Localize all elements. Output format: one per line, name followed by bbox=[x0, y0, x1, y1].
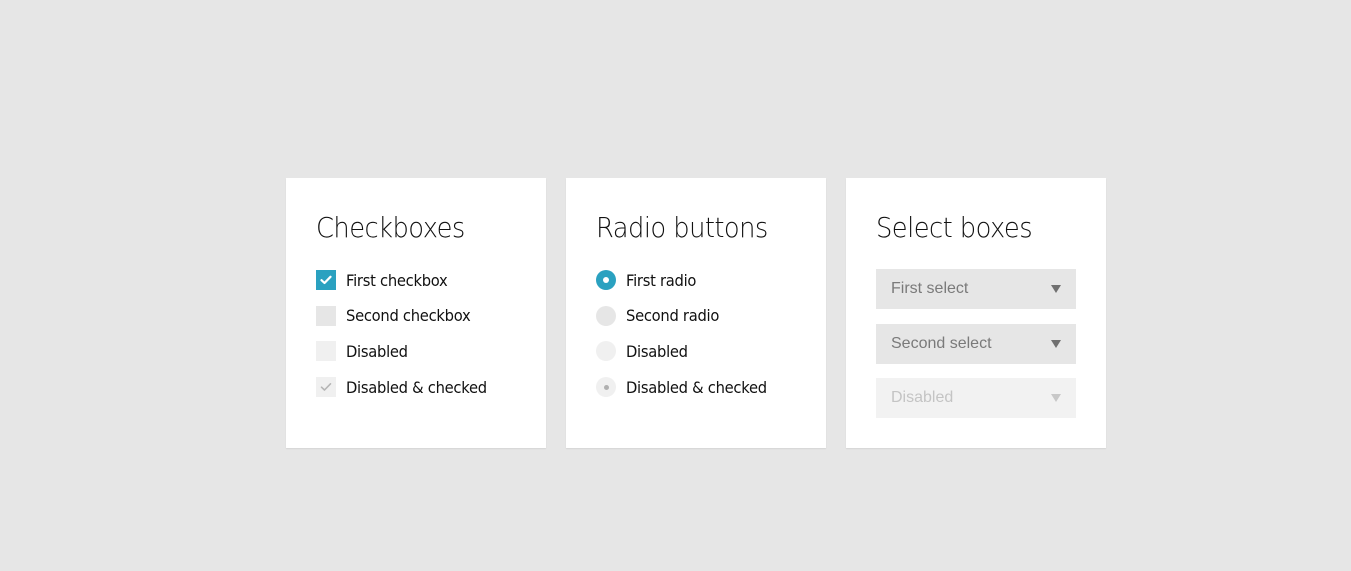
radio-option-disabled: Disabled bbox=[596, 341, 796, 362]
checkbox-checked[interactable] bbox=[316, 270, 336, 290]
radio-dot-icon bbox=[603, 277, 609, 283]
caret-down-icon bbox=[1051, 394, 1061, 402]
radio-checked[interactable] bbox=[596, 270, 616, 290]
checkbox-disabled-checked bbox=[316, 377, 336, 398]
checkbox-option-second[interactable]: Second checkbox bbox=[316, 305, 516, 326]
radio-label: Disabled bbox=[626, 341, 688, 361]
caret-down-icon bbox=[1051, 340, 1061, 348]
checkbox-label: First checkbox bbox=[346, 270, 448, 290]
disabled-select: Disabled bbox=[876, 378, 1076, 418]
first-select[interactable]: First select bbox=[876, 269, 1076, 309]
check-icon bbox=[320, 275, 332, 285]
radio-disabled bbox=[596, 341, 616, 362]
checkboxes-card: Checkboxes First checkbox Second checkbo… bbox=[286, 178, 546, 448]
checkbox-unchecked[interactable] bbox=[316, 305, 336, 326]
checkbox-label: Disabled & checked bbox=[346, 377, 487, 397]
second-select[interactable]: Second select bbox=[876, 324, 1076, 364]
radio-label: First radio bbox=[626, 270, 697, 290]
radio-label: Disabled & checked bbox=[626, 377, 767, 397]
checkbox-disabled bbox=[316, 341, 336, 362]
radio-label: Second radio bbox=[626, 306, 720, 326]
checkbox-label: Disabled bbox=[346, 341, 408, 361]
cards-container: Checkboxes First checkbox Second checkbo… bbox=[286, 178, 1106, 448]
checkboxes-title: Checkboxes bbox=[316, 211, 465, 244]
checkbox-option-disabled: Disabled bbox=[316, 341, 516, 362]
select-boxes-title: Select boxes bbox=[876, 211, 1033, 244]
radio-list: First radio Second radio Disabled Disabl… bbox=[596, 270, 796, 398]
select-value: Disabled bbox=[891, 389, 954, 406]
select-value: Second select bbox=[891, 335, 992, 352]
select-list: First select Second select Disabled bbox=[876, 269, 1076, 418]
radio-disabled-checked bbox=[596, 377, 616, 398]
checkbox-list: First checkbox Second checkbox Disabled … bbox=[316, 270, 516, 398]
radio-buttons-card: Radio buttons First radio Second radio D… bbox=[566, 178, 826, 448]
radio-buttons-title: Radio buttons bbox=[596, 211, 768, 244]
caret-down-icon bbox=[1051, 285, 1061, 293]
radio-option-disabled-checked: Disabled & checked bbox=[596, 377, 796, 398]
check-icon bbox=[320, 383, 332, 391]
checkbox-label: Second checkbox bbox=[346, 306, 471, 326]
checkbox-option-disabled-checked: Disabled & checked bbox=[316, 377, 516, 398]
radio-dot-icon bbox=[603, 384, 609, 390]
select-value: First select bbox=[891, 280, 969, 297]
radio-unchecked[interactable] bbox=[596, 305, 616, 326]
select-boxes-card: Select boxes First select Second select … bbox=[846, 178, 1106, 448]
checkbox-option-first[interactable]: First checkbox bbox=[316, 270, 516, 290]
radio-option-first[interactable]: First radio bbox=[596, 270, 796, 290]
radio-option-second[interactable]: Second radio bbox=[596, 305, 796, 326]
